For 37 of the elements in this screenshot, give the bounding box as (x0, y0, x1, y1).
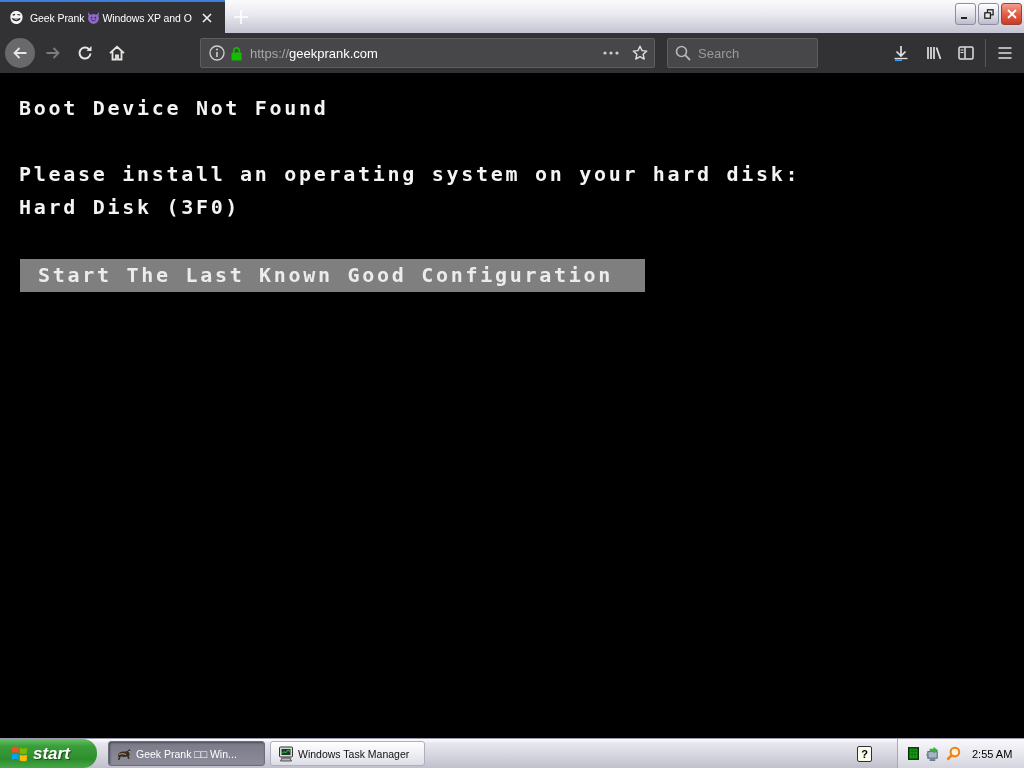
help-button[interactable]: ? (857, 745, 872, 762)
lock-icon[interactable] (231, 45, 242, 61)
info-icon[interactable] (209, 45, 225, 61)
address-field[interactable]: https://geekprank.com (200, 38, 655, 68)
download-icon[interactable] (893, 45, 909, 61)
back-arrow-icon (12, 45, 28, 61)
taskbar-button[interactable]: Windows Task Manager (270, 741, 425, 766)
restore-icon (983, 9, 994, 19)
message-line: Hard Disk (3F0) (19, 194, 241, 221)
grinning-face-icon (8, 10, 24, 25)
more-icon[interactable] (603, 51, 619, 55)
message-line: Please install an operating system on your hard disk: (19, 161, 801, 188)
flag-icon (11, 745, 28, 762)
search-icon (675, 45, 691, 61)
error-title: Boot Device Not Found (19, 95, 329, 122)
devil-face-icon (87, 11, 101, 24)
computer-icon (278, 745, 294, 762)
meter-icon[interactable] (908, 747, 919, 760)
restore-button[interactable] (978, 3, 999, 25)
search-field[interactable]: Search (667, 38, 818, 68)
home-icon[interactable] (109, 45, 125, 61)
close-icon[interactable] (202, 12, 212, 23)
close-icon (1006, 9, 1017, 19)
menu-icon[interactable] (997, 45, 1013, 61)
library-icon[interactable] (926, 45, 942, 61)
clock: 2:55 AM (972, 747, 1013, 760)
sidebar-icon[interactable] (958, 45, 974, 61)
start-button[interactable]: start (0, 739, 97, 768)
reload-icon[interactable] (77, 45, 93, 61)
back-button[interactable] (5, 38, 35, 68)
close-button[interactable] (1001, 3, 1022, 25)
browser-tab[interactable]: Geek Prank Windows XP and O (0, 0, 225, 33)
taskbar-button[interactable]: Geek Prank □□ Win... (108, 741, 265, 766)
computer-arrow-icon[interactable] (925, 746, 940, 761)
minimize-button[interactable] (955, 3, 976, 25)
minimize-icon (961, 17, 967, 19)
star-icon[interactable] (632, 45, 648, 61)
